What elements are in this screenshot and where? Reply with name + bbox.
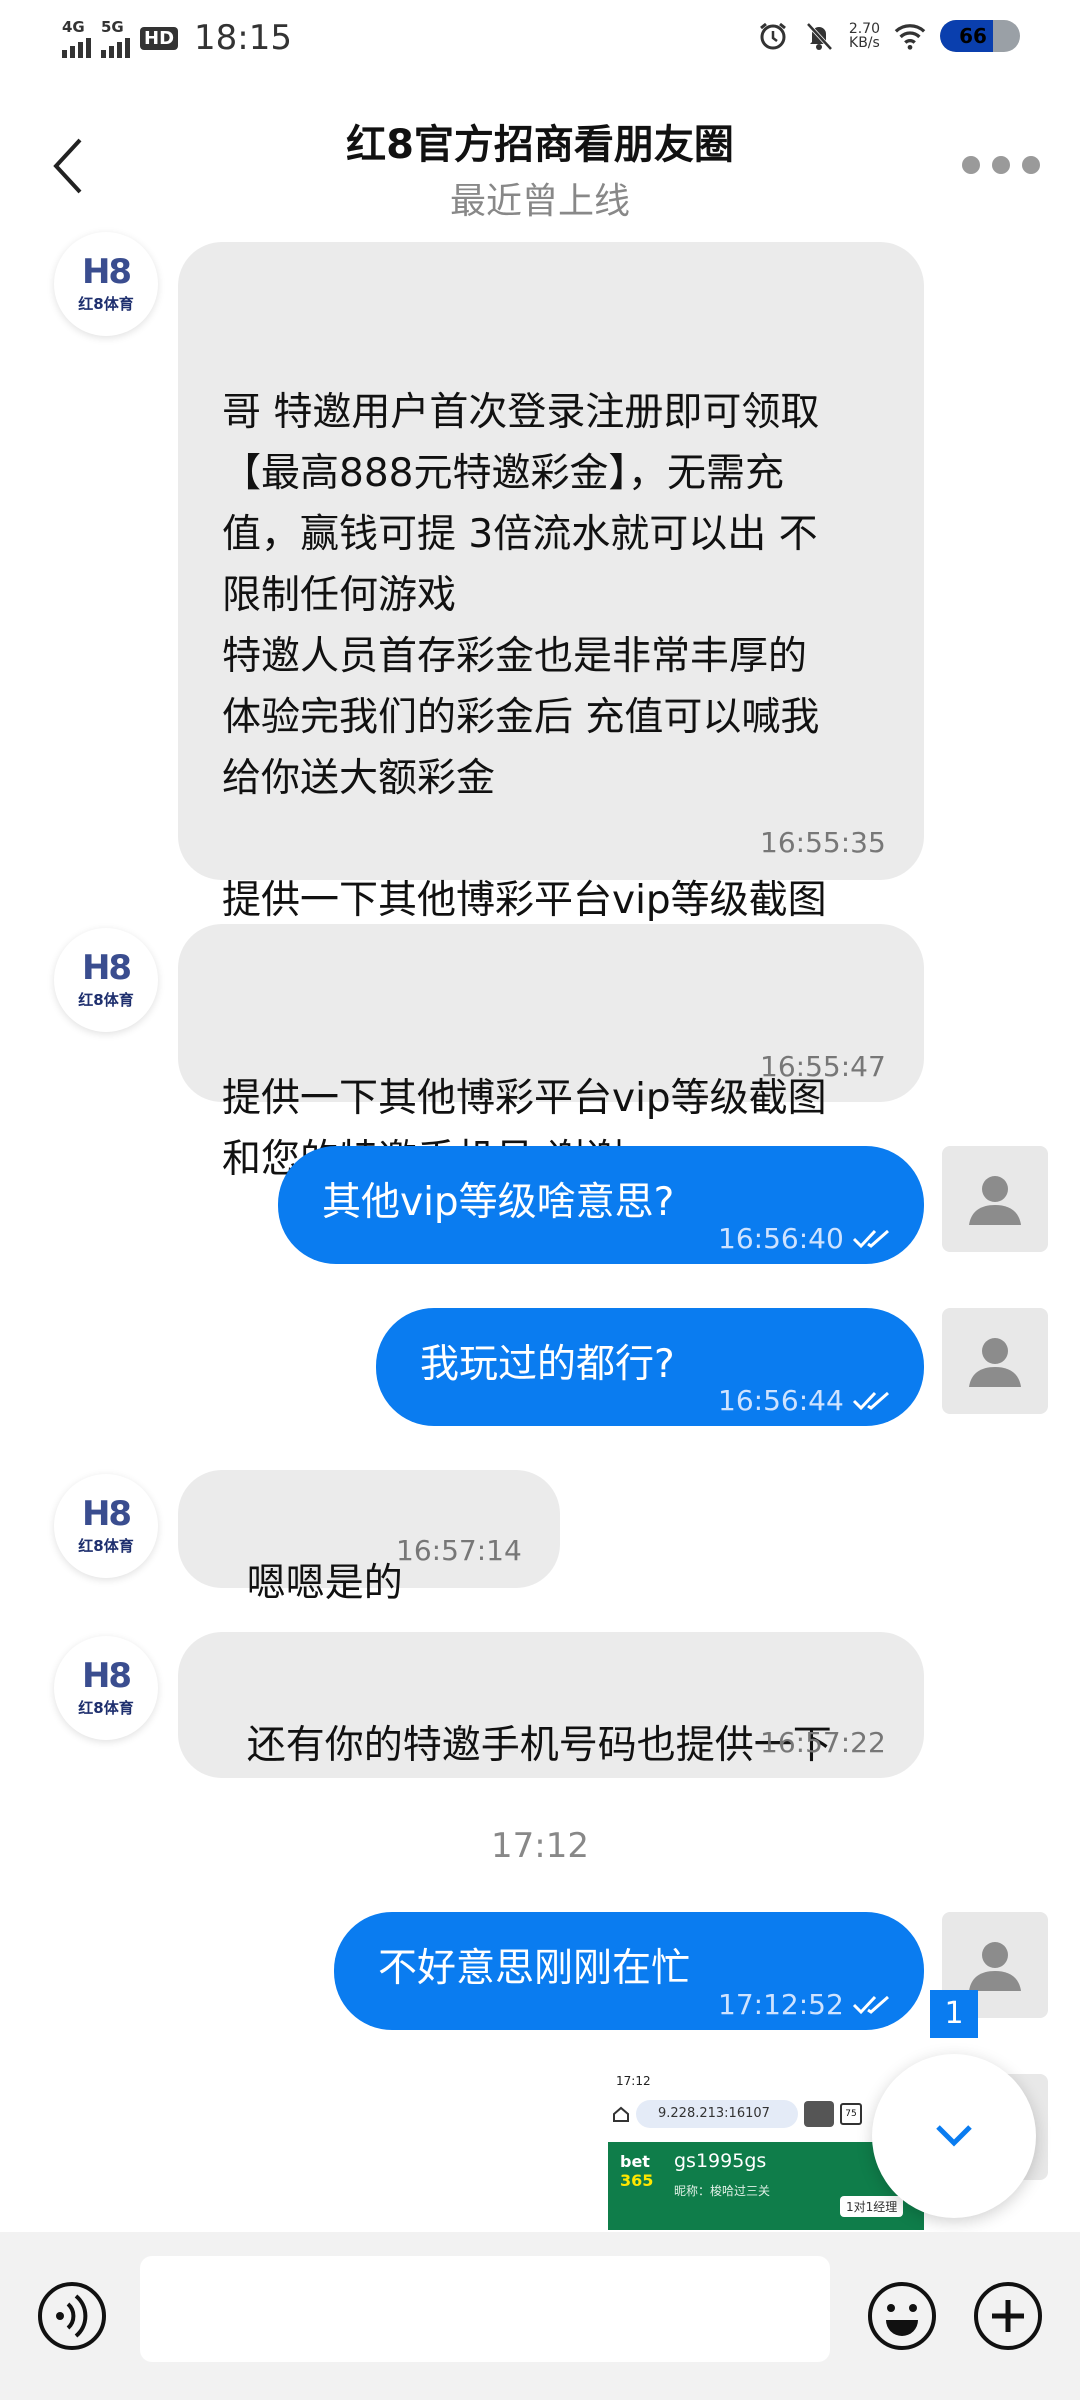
- message-time: 16:56:40: [718, 1210, 892, 1268]
- message-time: 16:55:47: [760, 1050, 886, 1083]
- signal-4g-icon: 4G: [62, 18, 91, 58]
- thumb-logo: bet 365: [620, 2152, 666, 2208]
- avatar-logo-mark: H8: [81, 1493, 132, 1534]
- message-text: 嗯嗯是的: [246, 1561, 403, 1606]
- more-dots-icon: [962, 156, 980, 174]
- date-separator: 17:12: [491, 1826, 589, 1866]
- hd-voice-icon: HD: [140, 26, 179, 50]
- network-label-2: 5G: [101, 18, 124, 36]
- message-text: 不好意思刚刚在忙: [378, 1946, 691, 1991]
- avatar-logo-text: 红8体育: [78, 990, 134, 1009]
- chat-header: 红8官方招商看朋友圈 最近曾上线: [0, 86, 1080, 226]
- more-button[interactable]: [962, 156, 1040, 174]
- avatar-logo-text: 红8体育: [78, 294, 134, 313]
- plus-icon: [974, 2282, 1042, 2350]
- message-text: 哥 特邀用户首次登录注册即可领取 【最高888元特邀彩金】，无需充 值，赢钱可提…: [222, 390, 827, 984]
- avatar-logo-mark: H8: [81, 947, 132, 988]
- avatar-logo-mark: H8: [81, 251, 132, 292]
- message-bubble-incoming[interactable]: 嗯嗯是的: [178, 1470, 560, 1606]
- double-check-icon: [852, 1391, 889, 1411]
- message-time-text: 16:56:44: [718, 1384, 844, 1417]
- wifi-icon: [894, 20, 926, 52]
- signal-5g-icon: 5G: [101, 18, 130, 58]
- user-icon: [969, 1942, 1021, 1991]
- avatar-logo-text: 红8体育: [78, 1536, 134, 1555]
- battery-indicator: 66: [940, 20, 1020, 52]
- thumb-nickname: 昵称：梭哈过三关: [674, 2184, 771, 2198]
- net-speed-value: 2.70: [848, 21, 880, 37]
- thumb-status-time: 17:12: [616, 2074, 651, 2088]
- message-text: 我玩过的都行?: [420, 1342, 675, 1387]
- avatar-logo-text: 红8体育: [78, 1698, 134, 1717]
- thumb-url: 9.228.213:16107: [636, 2100, 798, 2128]
- message-bubble-outgoing[interactable]: 我玩过的都行? 16:56:44: [376, 1308, 924, 1426]
- message-bubble-outgoing[interactable]: 其他vip等级啥意思? 16:56:40: [278, 1146, 924, 1264]
- message-time: 16:56:44: [718, 1372, 892, 1430]
- message-time: 17:12:52: [718, 1976, 892, 2034]
- message-input[interactable]: [140, 2256, 830, 2362]
- net-speed-unit: KB/s: [849, 35, 880, 51]
- message-time: 16:55:35: [760, 826, 886, 859]
- home-icon: [613, 2106, 629, 2122]
- alarm-icon: [757, 20, 789, 52]
- message-time: 16:57:22: [760, 1726, 886, 1759]
- double-check-icon: [852, 1229, 889, 1249]
- voice-icon: [38, 2282, 106, 2350]
- user-icon: [969, 1176, 1021, 1225]
- status-right: 2.70 KB/s 66: [757, 20, 1020, 52]
- contact-avatar[interactable]: H8 红8体育: [54, 1636, 158, 1740]
- my-avatar[interactable]: [942, 1146, 1048, 1252]
- message-bubble-outgoing[interactable]: 不好意思刚刚在忙 17:12:52: [334, 1912, 924, 2030]
- status-left: 4G 5G HD 18:15: [62, 18, 292, 58]
- mute-icon: [803, 20, 835, 52]
- contact-avatar[interactable]: H8 红8体育: [54, 1474, 158, 1578]
- thumb-logo-top: bet: [620, 2152, 650, 2171]
- chat-status: 最近曾上线: [449, 181, 630, 222]
- net-speed: 2.70 KB/s: [849, 22, 880, 50]
- message-time: 16:57:14: [396, 1534, 522, 1567]
- contact-avatar[interactable]: H8 红8体育: [54, 232, 158, 336]
- network-label-1: 4G: [62, 18, 85, 36]
- message-time-text: 17:12:52: [718, 1988, 844, 2021]
- unread-count-badge: 1: [930, 1990, 978, 2038]
- message-bubble-incoming[interactable]: 哥 特邀用户首次登录注册即可领取 【最高888元特邀彩金】，无需充 值，赢钱可提…: [178, 242, 924, 984]
- voice-button[interactable]: [36, 2280, 108, 2352]
- message-text: 其他vip等级啥意思?: [322, 1180, 675, 1225]
- thumb-add-tab-icon: [804, 2101, 834, 2127]
- message-text: 还有你的特邀手机号码也提供一下: [246, 1723, 832, 1768]
- chevron-down-icon: [936, 2125, 972, 2147]
- thumb-username: gs1995gs: [674, 2150, 767, 2172]
- thumb-browser-bar: 9.228.213:16107 75: [612, 2094, 912, 2134]
- plus-button[interactable]: [972, 2280, 1044, 2352]
- emoji-icon: [868, 2282, 936, 2350]
- status-time: 18:15: [194, 18, 292, 58]
- status-bar: 4G 5G HD 18:15 2.70 KB/s 66: [0, 0, 1080, 86]
- contact-avatar[interactable]: H8 红8体育: [54, 928, 158, 1032]
- battery-level: 66: [959, 24, 987, 48]
- thumb-logo-bottom: 365: [620, 2171, 654, 2190]
- scroll-down-button[interactable]: [872, 2054, 1036, 2218]
- avatar-logo-mark: H8: [81, 1655, 132, 1696]
- thumb-tabs-icon: 75: [840, 2103, 862, 2125]
- my-avatar[interactable]: [942, 1308, 1048, 1414]
- input-bar: [0, 2232, 1080, 2400]
- emoji-button[interactable]: [866, 2280, 938, 2352]
- double-check-icon: [852, 1995, 889, 2015]
- chat-title[interactable]: 红8官方招商看朋友圈: [0, 112, 1080, 170]
- message-time-text: 16:56:40: [718, 1222, 844, 1255]
- user-icon: [969, 1338, 1021, 1387]
- thumb-tag: 1对1经理: [840, 2196, 904, 2217]
